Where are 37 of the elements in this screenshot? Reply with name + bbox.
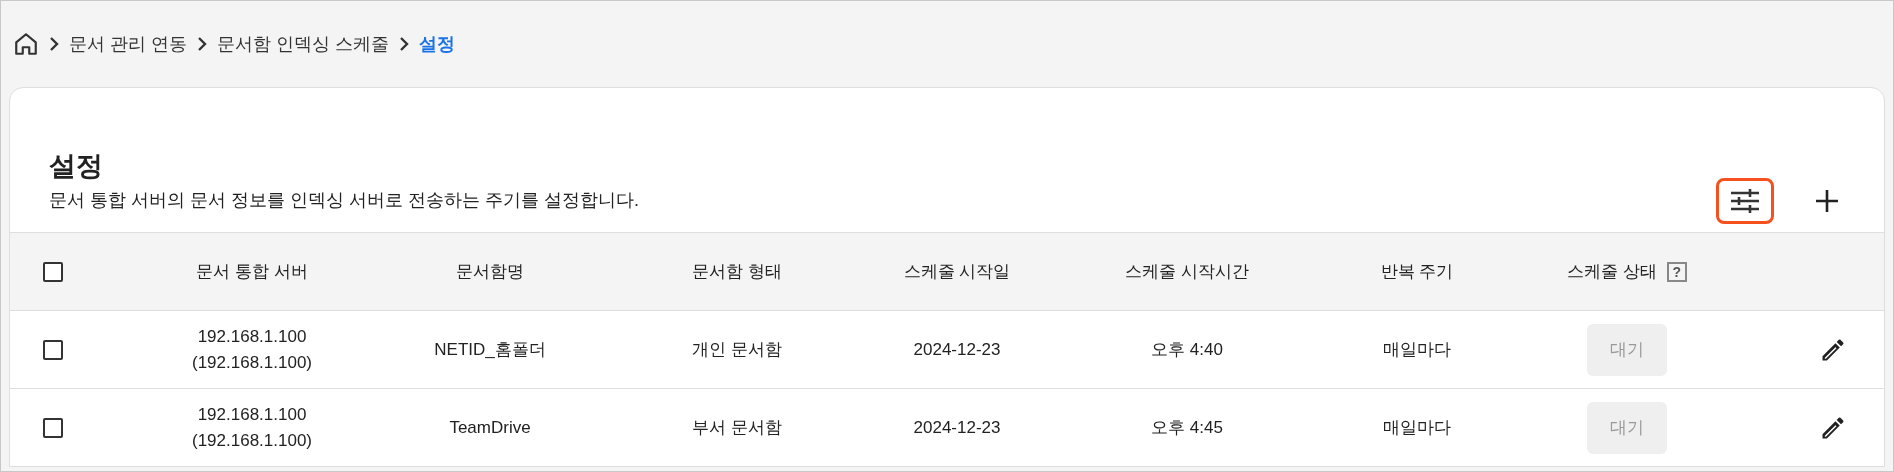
page-title: 설정 bbox=[49, 150, 104, 183]
column-header: 문서함 형태 bbox=[692, 260, 782, 283]
chevron-right-icon bbox=[399, 36, 410, 52]
help-icon[interactable]: ? bbox=[1666, 261, 1687, 282]
page-description: 문서 통합 서버의 문서 정보를 인덱싱 서버로 전송하는 주기를 설정합니다. bbox=[49, 189, 639, 212]
column-header: 문서 통합 서버 bbox=[196, 260, 308, 283]
chevron-right-icon bbox=[49, 36, 59, 52]
table-cell-text: 오후 4:40 bbox=[1151, 338, 1223, 361]
column-header: 스케줄 시작일 bbox=[903, 260, 1011, 283]
checkbox[interactable] bbox=[43, 261, 63, 282]
table-cell-text: 부서 문서함 bbox=[692, 416, 782, 439]
column-header: 스케줄 시작시간 bbox=[1125, 260, 1249, 283]
filter-button[interactable] bbox=[1716, 178, 1774, 224]
checkbox[interactable] bbox=[43, 339, 63, 360]
breadcrumb-link[interactable]: 문서함 인덱싱 스케줄 bbox=[217, 30, 390, 58]
column-header: 반복 주기 bbox=[1380, 260, 1454, 283]
table-cell-text: TeamDrive bbox=[449, 416, 531, 439]
table-cell-text: 오후 4:45 bbox=[1151, 416, 1223, 439]
table-cell-text: 192.168.1.100 bbox=[197, 325, 307, 348]
table-cell-text: 개인 문서함 bbox=[692, 338, 782, 361]
table-cell-text: 192.168.1.100 bbox=[197, 403, 307, 426]
breadcrumb-link[interactable]: 설정 bbox=[419, 30, 456, 58]
sliders-icon bbox=[1730, 188, 1760, 214]
breadcrumb-link[interactable]: 문서 관리 연동 bbox=[69, 30, 187, 58]
table-cell-text: 매일마다 bbox=[1383, 416, 1451, 439]
table-cell-text: (192.168.1.100) bbox=[191, 351, 312, 374]
table-cell-text: NETID_홈폴더 bbox=[434, 338, 546, 361]
checkbox[interactable] bbox=[43, 417, 63, 438]
column-header: 문서함명 bbox=[456, 260, 524, 283]
table-cell-text: 매일마다 bbox=[1383, 338, 1451, 361]
plus-icon bbox=[1815, 189, 1839, 213]
column-header: 스케줄 상태 bbox=[1567, 260, 1657, 283]
table-cell-text: 2024-12-23 bbox=[913, 338, 1001, 361]
table-cell-text: 2024-12-23 bbox=[913, 416, 1001, 439]
table-cell-text: (192.168.1.100) bbox=[191, 429, 312, 452]
chevron-right-icon bbox=[197, 36, 207, 52]
home-icon[interactable] bbox=[13, 31, 39, 57]
